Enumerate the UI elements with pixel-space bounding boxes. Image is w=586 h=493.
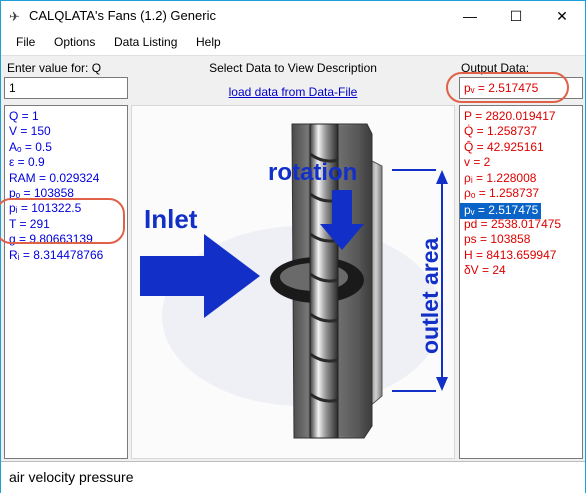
list-item[interactable]: pd = 2538.017475	[460, 217, 582, 232]
center-header: Select Data to View Description	[209, 61, 377, 75]
menu-options[interactable]: Options	[54, 35, 95, 49]
fan-diagram: Inlet rotation outlet area	[131, 105, 455, 459]
outlet-area-label: outlet area	[417, 237, 443, 354]
list-item[interactable]: Q = 1	[5, 109, 127, 124]
output-callout	[446, 72, 569, 103]
title-bar: ✈ CALQLATA's Fans (1.2) Generic — ☐ ✕	[1, 1, 585, 31]
fan-app-icon: ✈	[9, 9, 20, 24]
app-window: ✈ CALQLATA's Fans (1.2) Generic — ☐ ✕ Fi…	[0, 0, 586, 493]
menu-file[interactable]: File	[16, 35, 35, 49]
rotation-label: rotation	[268, 159, 357, 186]
input-data-list[interactable]: Q = 1 V = 150 Aₒ = 0.5 ε = 0.9 RAM = 0.0…	[4, 105, 128, 459]
input-label: Enter value for: Q	[7, 61, 102, 75]
list-item[interactable]: H = 8413.659947	[460, 248, 582, 263]
menu-bar: File Options Data Listing Help	[1, 31, 585, 56]
list-item[interactable]: ρₒ = 1.258737	[460, 186, 582, 201]
fan-diagram-svg: Inlet rotation outlet area	[140, 123, 448, 439]
minimize-button[interactable]: —	[447, 1, 493, 31]
maximize-button[interactable]: ☐	[493, 1, 539, 31]
list-item[interactable]: ε = 0.9	[5, 155, 127, 170]
menu-help[interactable]: Help	[196, 35, 221, 49]
list-item[interactable]: Q̇ = 1.258737	[460, 124, 582, 139]
status-text: air velocity pressure	[9, 469, 134, 485]
list-item[interactable]: RAM = 0.029324	[5, 171, 127, 186]
status-bar: air velocity pressure	[1, 461, 585, 493]
list-item[interactable]: P = 2820.019417	[460, 109, 582, 124]
list-item[interactable]: v = 2	[460, 155, 582, 170]
list-item[interactable]: ps = 103858	[460, 232, 582, 247]
window-title: CALQLATA's Fans (1.2) Generic	[29, 8, 216, 23]
list-item[interactable]: V = 150	[5, 124, 127, 139]
outlet-arrowhead-bottom	[436, 377, 448, 391]
list-item[interactable]: Aₒ = 0.5	[5, 140, 127, 155]
list-item[interactable]: δV = 24	[460, 263, 582, 278]
menu-data-listing[interactable]: Data Listing	[114, 35, 177, 49]
inlet-label: Inlet	[144, 204, 198, 234]
value-input[interactable]: 1	[4, 77, 128, 99]
close-button[interactable]: ✕	[539, 1, 585, 31]
list-item[interactable]: Rᵢ = 8.314478766	[5, 248, 127, 263]
load-data-link[interactable]: load data from Data-File	[131, 85, 455, 99]
pressure-callout	[0, 198, 125, 244]
outlet-arrowhead-top	[436, 170, 448, 184]
list-item[interactable]: ρᵢ = 1.228008	[460, 171, 582, 186]
list-item[interactable]: Q̄ = 42.925161	[460, 140, 582, 155]
output-data-list[interactable]: P = 2820.019417 Q̇ = 1.258737 Q̄ = 42.92…	[459, 105, 583, 459]
